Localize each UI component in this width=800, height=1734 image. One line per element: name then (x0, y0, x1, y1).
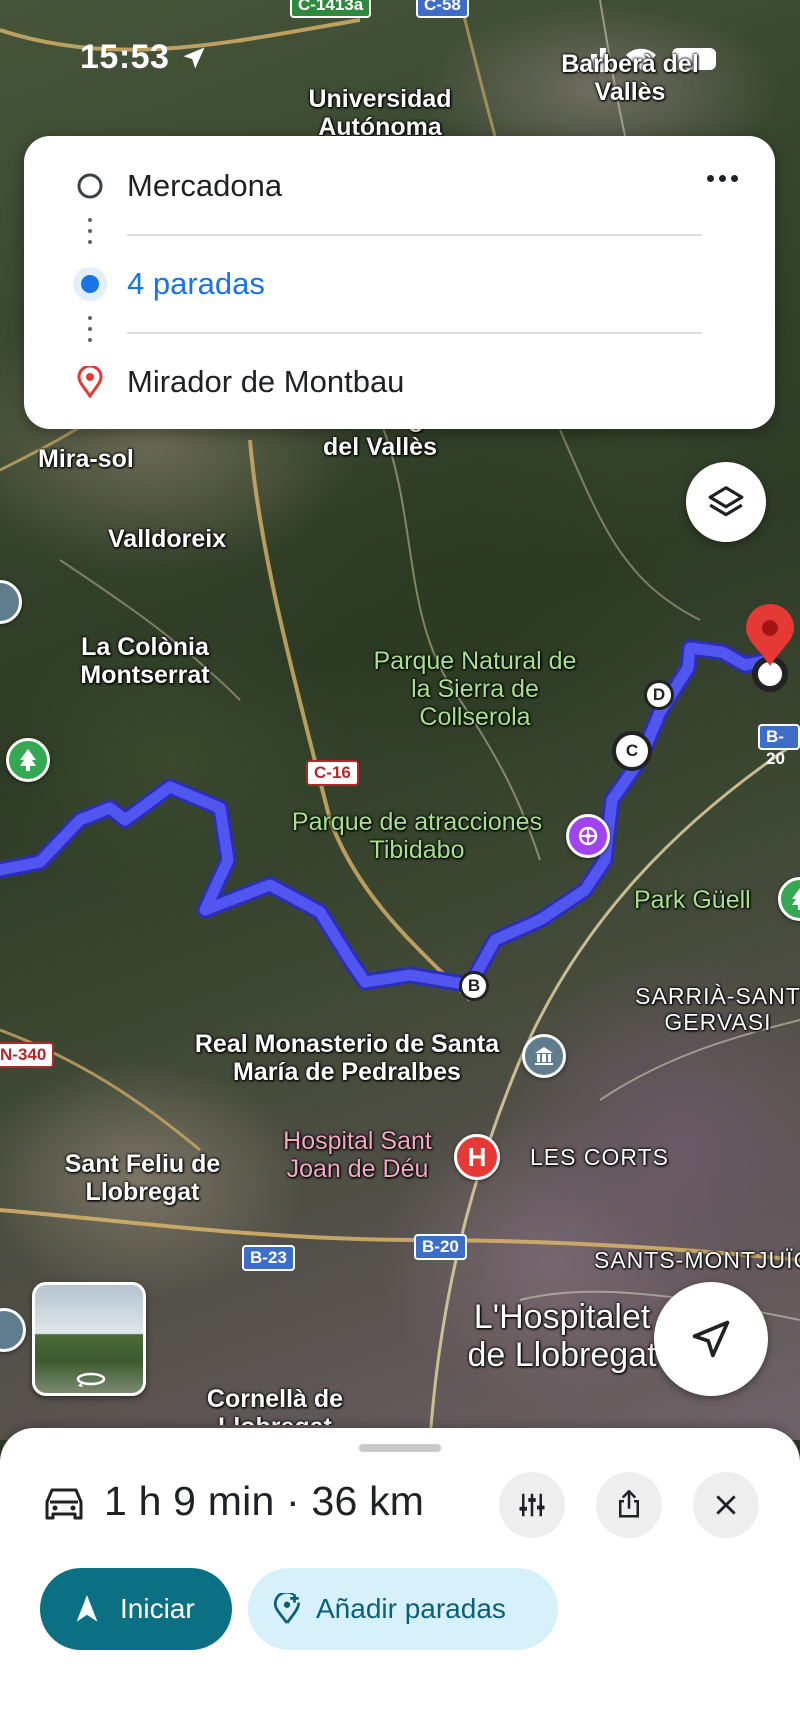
route-dots (88, 218, 92, 251)
map-label-hospitalet: L'Hospitalet de Llobregat (467, 1298, 657, 1375)
map-label-park-guell: Park Güell (634, 886, 751, 914)
hospital-poi-icon[interactable]: H (454, 1134, 500, 1180)
route-card: Mercadona 4 paradas Mirador de Montbau (24, 136, 775, 429)
map-label-les-corts: LES CORTS (530, 1144, 669, 1170)
route-dots (88, 316, 92, 349)
map-label-valldoreix: Valldoreix (108, 525, 227, 553)
route-stop-marker-b[interactable]: B (459, 971, 489, 1001)
add-stops-button[interactable]: Añadir paradas (248, 1568, 558, 1650)
destination-pin-icon[interactable] (742, 604, 798, 694)
status-time: 15:53 (80, 38, 170, 76)
layers-icon (708, 486, 744, 517)
road-shield-c1413a: C-1413a (290, 0, 372, 18)
road-shield-c16: C-16 (306, 760, 359, 786)
road-shield-n340: N-340 (0, 1042, 55, 1068)
share-icon (619, 1490, 639, 1518)
park-poi-icon[interactable] (6, 738, 50, 782)
street-view-rotate-icon (76, 1372, 106, 1387)
navigation-icon (76, 1595, 98, 1622)
origin-row[interactable]: Mercadona (24, 156, 775, 216)
museum-poi-icon[interactable] (522, 1034, 566, 1078)
street-view-thumbnail[interactable] (32, 1282, 146, 1396)
road-shield-b20-bottom: B-20 (414, 1234, 467, 1260)
close-button[interactable] (693, 1472, 759, 1538)
destination-row[interactable]: Mirador de Montbau (24, 352, 775, 412)
map-label-sants: SANTS-MONTJUÏC (594, 1247, 800, 1273)
route-options-button[interactable] (499, 1472, 565, 1538)
route-stop-marker-d[interactable]: D (644, 680, 674, 710)
stops-label: 4 paradas (127, 266, 265, 301)
recenter-button[interactable] (654, 1282, 768, 1396)
stops-row[interactable]: 4 paradas (24, 254, 775, 314)
divider (127, 332, 702, 334)
divider (127, 234, 702, 236)
sliders-icon (519, 1493, 545, 1517)
sheet-grabber[interactable] (359, 1444, 441, 1452)
start-navigation-button[interactable]: Iniciar (40, 1568, 232, 1650)
map-label-sarria: SARRIÀ-SANT GERVASI (635, 983, 800, 1035)
road-shield-b23: B-23 (242, 1245, 295, 1271)
share-button[interactable] (596, 1472, 662, 1538)
origin-circle-icon (72, 168, 108, 204)
close-icon (716, 1495, 736, 1515)
map-label-universidad: Universidad Autónoma (308, 85, 452, 141)
map-label-barbera: Barberà del Vallès (561, 50, 699, 106)
road-shield-c58: C-58 (416, 0, 469, 18)
route-summary: 1 h 9 min · 36 km (104, 1478, 425, 1524)
map-label-cornella: Cornellà de Llobregat (206, 1385, 344, 1425)
navigation-arrow-icon (692, 1320, 730, 1358)
map-label-pedralbes: Real Monasterio de Santa María de Pedral… (194, 1030, 500, 1086)
map-label-tibidabo: Parque de atracciones Tibidabo (291, 808, 543, 864)
route-stop-marker-c[interactable]: C (612, 731, 652, 771)
amusement-park-poi-icon[interactable] (566, 814, 610, 858)
start-label: Iniciar (120, 1593, 195, 1624)
map-label-hospital: Hospital Sant Joan de Déu (283, 1127, 432, 1183)
destination-label: Mirador de Montbau (127, 364, 405, 399)
road-shield-b20-top: B-20 (758, 724, 800, 768)
car-icon (45, 1488, 83, 1520)
map-label-colonia: La Colònia Montserrat (80, 633, 210, 689)
origin-label: Mercadona (127, 168, 283, 203)
location-arrow-icon (183, 47, 205, 69)
map-label-sant-feliu: Sant Feliu de Llobregat (64, 1150, 221, 1206)
add-location-icon (273, 1593, 301, 1624)
add-stops-label: Añadir paradas (316, 1593, 506, 1624)
destination-pin-small-icon (72, 364, 108, 400)
map-label-collserola: Parque Natural de la Sierra de Collserol… (373, 647, 577, 731)
more-options-button[interactable] (697, 156, 747, 200)
map-label-mira-sol: Mira-sol (38, 445, 134, 473)
stops-dot-icon (72, 266, 108, 302)
layers-button[interactable] (686, 462, 766, 542)
route-bottom-sheet: 1 h 9 min · 36 km Iniciar Añadir paradas (0, 1428, 800, 1734)
